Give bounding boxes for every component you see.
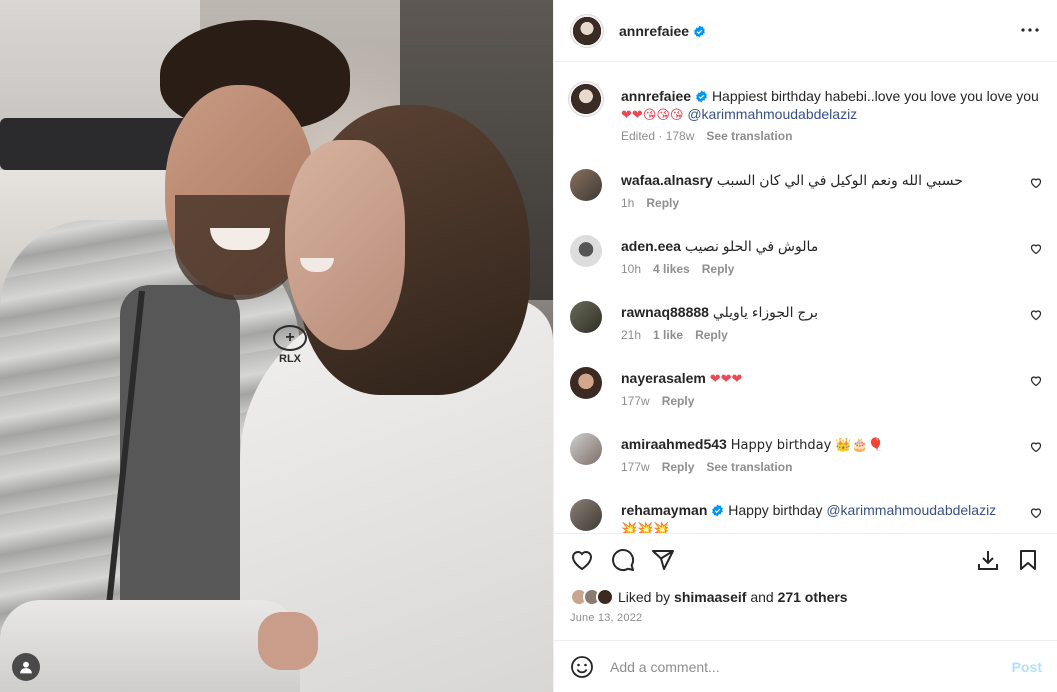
see-translation-link[interactable]: See translation	[706, 129, 792, 143]
comment-item: rawnaq88888 برج الجوزاء ياويلي 21h 1 lik…	[554, 297, 1057, 363]
likes-summary: Liked by shimaaseif and 271 others	[570, 588, 848, 606]
verified-icon	[694, 25, 705, 38]
comment-like-icon[interactable]	[1030, 441, 1042, 453]
verified-icon	[696, 90, 707, 103]
comment-username[interactable]: rawnaq88888	[621, 304, 709, 320]
likes-text: Liked by shimaaseif and 271 others	[618, 589, 848, 605]
comment-meta: 177w Reply See translation	[621, 460, 792, 474]
photo-jacket-logo: + RLX	[268, 325, 312, 369]
liker-avatar	[596, 588, 614, 606]
comment-body: aden.eea مالوش في الحلو نصيب	[621, 237, 1021, 255]
comment-item: aden.eea مالوش في الحلو نصيب 10h 4 likes…	[554, 231, 1057, 297]
comment-time: 177w	[621, 394, 650, 408]
comment-avatar[interactable]	[570, 367, 602, 399]
caption-emojis: ❤❤😘😘😘	[621, 108, 684, 123]
reply-button[interactable]: Reply	[695, 328, 728, 342]
action-bar	[554, 533, 1057, 585]
comment-body: amiraahmed543 Happy birthday 👑🎂🎈	[621, 435, 1021, 455]
author-username[interactable]: annrefaiee	[619, 23, 706, 39]
photo-face-woman	[285, 140, 405, 350]
comment-body: rawnaq88888 برج الجوزاء ياويلي	[621, 303, 1021, 321]
comment-avatar[interactable]	[570, 499, 602, 531]
comment-username[interactable]: rehamayman	[621, 502, 724, 518]
comment-username[interactable]: wafaa.alnasry	[621, 172, 713, 188]
post-photo[interactable]: + RLX	[0, 0, 553, 692]
liked-by-user[interactable]: shimaaseif	[674, 589, 746, 605]
comment-body: wafaa.alnasry حسبي الله ونعم الوكيل في ا…	[621, 171, 1021, 189]
comment-like-icon[interactable]	[1030, 243, 1042, 255]
comment-item: wafaa.alnasry حسبي الله ونعم الوكيل في ا…	[554, 165, 1057, 231]
comments-list[interactable]: annrefaiee Happiest birthday habebi..lov…	[554, 63, 1057, 533]
comment-avatar[interactable]	[570, 235, 602, 267]
post-comment-button[interactable]: Post	[1012, 659, 1042, 675]
comment-body: rehamayman Happy birthday @karimmahmouda…	[621, 501, 1021, 533]
reply-button[interactable]: Reply	[702, 262, 735, 276]
comment-time: 21h	[621, 328, 642, 342]
comment-text: مالوش في الحلو نصيب	[684, 238, 819, 254]
caption-edited: Edited · 178w	[621, 129, 695, 143]
photo-hand	[258, 612, 318, 670]
comment-like-icon[interactable]	[1030, 507, 1042, 519]
comment-avatar[interactable]	[570, 433, 602, 465]
comment-time: 1h	[621, 196, 635, 210]
comment-item: amiraahmed543 Happy birthday 👑🎂🎈 177w Re…	[554, 429, 1057, 495]
comment-item: rehamayman Happy birthday @karimmahmouda…	[554, 495, 1057, 533]
post-date[interactable]: June 13, 2022	[570, 612, 642, 624]
comment-like-icon[interactable]	[1030, 309, 1042, 321]
likes-count[interactable]: 271 others	[778, 589, 848, 605]
comment-text: برج الجوزاء ياويلي	[712, 304, 819, 320]
comment-likes[interactable]: 4 likes	[653, 262, 690, 276]
comment-emojis: 💥💥💥	[621, 522, 670, 533]
comment-avatar[interactable]	[570, 169, 602, 201]
comment-meta: 10h 4 likes Reply	[621, 262, 734, 276]
comment-meta: 21h 1 like Reply	[621, 328, 728, 342]
comment-like-icon[interactable]	[1030, 375, 1042, 387]
comment-time: 177w	[621, 460, 650, 474]
comment-time: 10h	[621, 262, 642, 276]
comment-text: Happy birthday	[728, 502, 823, 518]
author-avatar[interactable]	[570, 14, 604, 48]
caption-body: annrefaiee Happiest birthday habebi..lov…	[621, 87, 1046, 125]
reply-button[interactable]: Reply	[662, 394, 695, 408]
comment-input[interactable]	[610, 655, 990, 679]
photo-arm	[0, 600, 300, 692]
comment-likes[interactable]: 1 like	[653, 328, 683, 342]
comment-avatar[interactable]	[570, 301, 602, 333]
comment-text: ❤❤❤	[709, 372, 743, 387]
comment-body: nayerasalem ❤❤❤	[621, 369, 1021, 389]
post-panel: annrefaiee annrefaiee Happiest birthday …	[553, 0, 1057, 692]
emoji-icon[interactable]	[570, 655, 594, 679]
comment-text: Happy birthday 👑🎂🎈	[730, 438, 884, 453]
comment-icon[interactable]	[611, 548, 635, 572]
comment-mention[interactable]: @karimmahmoudabdelaziz	[826, 502, 996, 518]
share-icon[interactable]	[651, 548, 675, 572]
caption-avatar[interactable]	[568, 81, 604, 117]
caption-username[interactable]: annrefaiee	[621, 88, 708, 104]
comment-like-icon[interactable]	[1030, 177, 1042, 189]
post-header: annrefaiee	[554, 0, 1057, 62]
caption-text: Happiest birthday habebi..love you love …	[711, 88, 1039, 104]
reply-button[interactable]: Reply	[662, 460, 695, 474]
see-translation-link[interactable]: See translation	[706, 460, 792, 474]
save-icon[interactable]	[1016, 548, 1040, 572]
download-icon[interactable]	[976, 548, 1000, 572]
reply-button[interactable]: Reply	[646, 196, 679, 210]
add-comment-bar: Post	[554, 640, 1057, 692]
comment-item: nayerasalem ❤❤❤ 177w Reply	[554, 363, 1057, 429]
user-icon	[20, 661, 32, 674]
comment-username[interactable]: aden.eea	[621, 238, 681, 254]
caption-meta: Edited · 178w See translation	[621, 129, 792, 143]
comment-meta: 177w Reply	[621, 394, 694, 408]
photo-shelf	[0, 118, 190, 170]
comment-meta: 1h Reply	[621, 196, 679, 210]
comment-username[interactable]: amiraahmed543	[621, 436, 727, 452]
comment-text: حسبي الله ونعم الوكيل في الي كان السبب	[716, 172, 963, 188]
verified-icon	[712, 504, 724, 517]
caption-mention[interactable]: @karimmahmoudabdelaziz	[687, 106, 857, 122]
tagged-user-button[interactable]	[12, 653, 40, 681]
comment-username[interactable]: nayerasalem	[621, 370, 706, 386]
more-icon	[1021, 28, 1039, 32]
heart-icon[interactable]	[570, 548, 594, 572]
more-options-button[interactable]	[1020, 22, 1040, 41]
